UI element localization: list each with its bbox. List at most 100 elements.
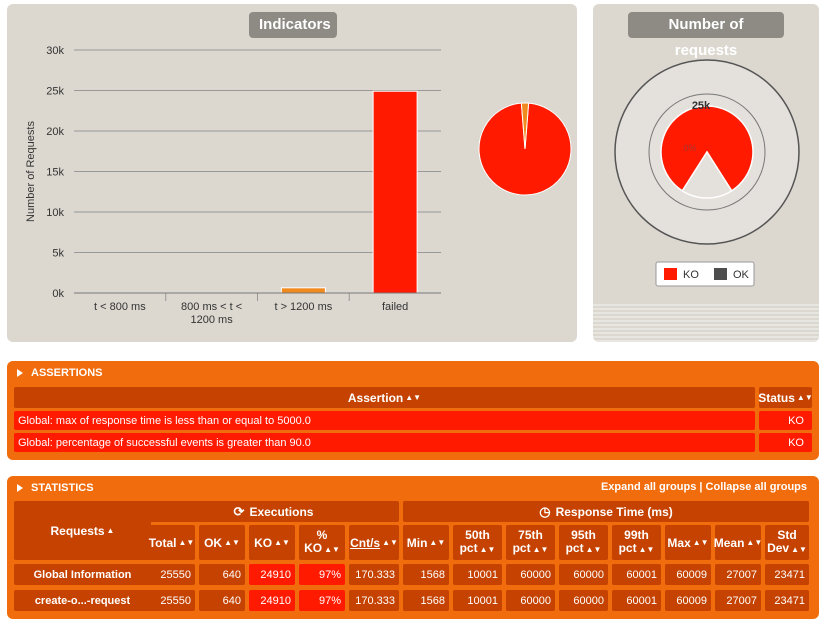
std-column-header[interactable]: Std Dev ▲▼ [765,525,809,560]
total-label: Total [148,535,177,550]
x-tick-label: failed [382,301,408,313]
sort-icon: ▲▼ [796,393,813,402]
bar[interactable] [280,287,326,294]
sort-icon: ▲▼ [178,538,195,547]
mean-column-header[interactable]: Mean ▲▼ [713,525,762,560]
sort-icon: ▲▼ [638,545,655,554]
y-tick-label: 30k [46,45,64,57]
y-tick-label: 0k [52,288,64,300]
stats-ok: 640 [199,564,245,585]
expand-all-link[interactable]: Expand all groups [601,481,696,493]
stats-max: 60009 [665,590,711,611]
cnt-column-header[interactable]: Cnt/s ▲▼ [349,525,399,560]
p75-column-header[interactable]: 75th pct ▲▼ [506,525,555,560]
stats-std: 23471 [765,564,809,585]
max-column-header[interactable]: Max ▲▼ [665,525,711,560]
ko-label: KO [254,535,273,550]
legend-swatch[interactable] [714,268,727,280]
collapse-all-link[interactable]: Collapse all groups [706,481,807,493]
refresh-icon: ⟳ [233,503,245,519]
assertion-column-label: Assertion [347,390,404,405]
stats-row-name: Global Information [14,564,151,585]
p50-column-header[interactable]: 50th pct ▲▼ [453,525,502,560]
p99-column-header[interactable]: 99th pct ▲▼ [612,525,661,560]
requests-panel: Number of requests 25k 0% KO OK [593,4,819,342]
p95-label-line2: pct [565,541,584,555]
stats-p75: 60000 [506,590,555,611]
p95-column-header[interactable]: 95th pct ▲▼ [559,525,608,560]
x-tick-label: t > 1200 ms [274,301,332,313]
stats-p99: 60001 [612,564,661,585]
ok-label: OK [204,535,223,550]
stats-ko: 24910 [249,564,295,585]
min-column-header[interactable]: Min ▲▼ [403,525,449,560]
y-tick-label: 15k [46,167,64,179]
stats-ko: 24910 [249,590,295,611]
sort-icon: ▲▼ [324,545,340,554]
stats-pct-ko: 97% [299,590,345,611]
assertions-panel: ASSERTIONS Assertion ▲▼ Status ▲▼ Global: … [7,361,819,460]
stats-p99: 60001 [612,590,661,611]
y-tick-label: 20k [46,126,64,138]
stats-min: 1568 [403,564,449,585]
statistics-toggle[interactable]: STATISTICS [17,482,94,494]
x-tick-label: 1200 ms [191,314,234,326]
x-tick-label: 800 ms < t < [181,301,242,313]
assertion-column-header[interactable]: Assertion ▲▼ [14,387,755,408]
total-column-header[interactable]: Total ▲▼ [148,525,195,560]
sort-icon: ▲▼ [274,538,290,547]
sort-icon: ▲▼ [585,545,602,554]
mean-label: Mean [713,535,745,550]
requests-pie-chart: 25k 0% KO OK [614,59,800,287]
ko-column-header[interactable]: KO ▲▼ [249,525,295,560]
expand-triangle-icon [17,369,23,377]
pct-ko-column-header[interactable]: % KO ▲▼ [299,525,345,560]
stats-pct-ko: 97% [299,564,345,585]
max-label: Max [667,535,691,550]
sort-icon: ▲▼ [479,545,496,554]
status-column-header[interactable]: Status ▲▼ [758,387,813,408]
x-tick-label: t < 800 ms [94,301,146,313]
assertion-row-status: KO [759,433,812,452]
stats-row-name-link[interactable]: create-o...-request [14,590,151,611]
stats-p50: 10001 [453,564,502,585]
ok-column-header[interactable]: OK ▲▼ [199,525,245,560]
min-label: Min [406,535,428,550]
sort-asc-icon: ▲ [106,526,115,535]
assertion-row-text: Global: max of response time is less tha… [14,411,755,430]
sort-icon: ▲▼ [692,538,709,547]
stats-cnt: 170.333 [349,564,399,585]
legend-label[interactable]: KO [683,269,699,281]
response-time-group-header: ◷ Response Time (ms) [403,501,809,522]
stats-mean: 27007 [715,590,761,611]
stats-total: 25550 [148,564,195,585]
pie-total-label: 25k [692,100,711,112]
assertions-header: ASSERTIONS [31,367,103,379]
requests-column-label: Requests [50,523,105,538]
y-tick-label: 25k [46,86,64,98]
requests-column-header[interactable]: Requests ▲ [14,501,151,560]
sort-icon: ▲▼ [429,538,446,547]
bar[interactable] [372,90,418,294]
legend-label[interactable]: OK [733,269,750,281]
stats-ok: 640 [199,590,245,611]
pie-legend: KO OK [655,261,755,287]
stats-p75: 60000 [506,564,555,585]
sort-icon: ▲▼ [224,538,240,547]
stats-std: 23471 [765,590,809,611]
stats-max: 60009 [665,564,711,585]
response-time-label: Response Time (ms) [555,504,673,519]
panel-footer-strip [593,302,819,342]
stats-p50: 10001 [453,590,502,611]
y-tick-label: 10k [46,207,64,219]
group-controls: Expand all groups | Collapse all groups [601,481,807,493]
assertions-toggle[interactable]: ASSERTIONS [17,367,103,379]
sort-icon: ▲▼ [791,545,807,554]
legend-swatch[interactable] [664,268,677,280]
link-separator: | [699,481,703,493]
stats-mean: 27007 [715,564,761,585]
stats-p95: 60000 [559,590,608,611]
stats-total: 25550 [148,590,195,611]
indicators-pie-chart [478,102,572,196]
expand-triangle-icon [17,484,23,492]
